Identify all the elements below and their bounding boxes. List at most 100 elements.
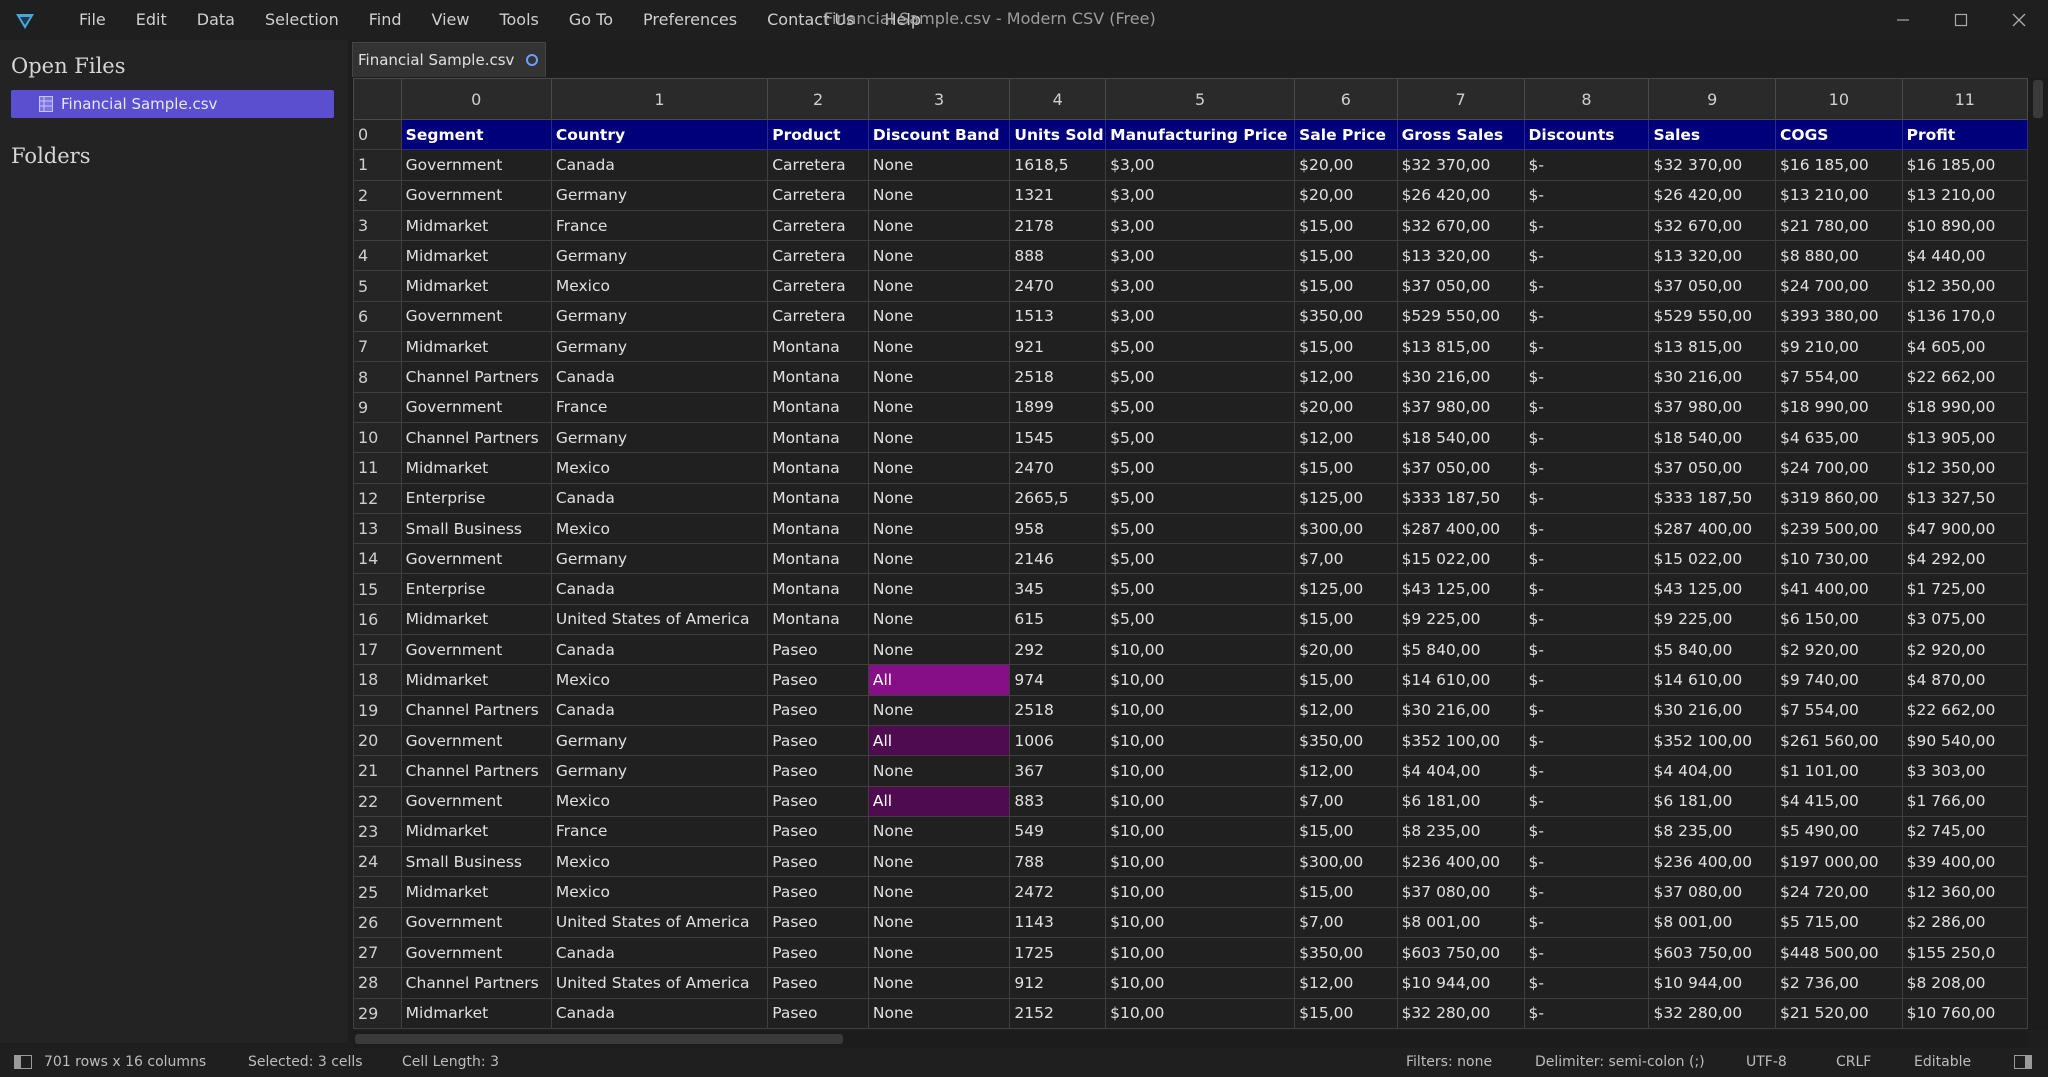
table-cell[interactable]: $125,00 — [1294, 573, 1398, 605]
table-cell[interactable]: $30 216,00 — [1648, 361, 1777, 393]
table-cell[interactable]: 1513 — [1009, 300, 1107, 333]
table-cell[interactable]: None — [867, 270, 1011, 302]
table-cell[interactable]: $7,00 — [1294, 785, 1398, 817]
row-index-header[interactable]: 9 — [353, 391, 402, 423]
table-cell[interactable]: $1 101,00 — [1775, 755, 1903, 787]
table-cell[interactable]: $22 662,00 — [1901, 694, 2028, 726]
table-cell[interactable]: $2 920,00 — [1901, 634, 2028, 666]
table-cell[interactable]: $- — [1523, 664, 1650, 696]
table-cell[interactable]: None — [867, 967, 1011, 999]
table-cell[interactable]: $13 320,00 — [1396, 240, 1525, 272]
table-cell[interactable]: 615 — [1009, 603, 1107, 636]
table-cell[interactable]: Montana — [767, 421, 869, 454]
table-cell[interactable]: None — [867, 815, 1011, 848]
table-cell[interactable]: $7,00 — [1294, 543, 1398, 575]
table-cell[interactable]: 883 — [1009, 785, 1107, 817]
table-cell[interactable]: $13 210,00 — [1901, 179, 2028, 211]
table-cell[interactable]: None — [867, 543, 1011, 575]
table-cell[interactable]: Midmarket — [400, 664, 552, 696]
table-cell[interactable]: $- — [1523, 997, 1650, 1029]
status-encoding[interactable]: UTF-8 — [1746, 1048, 1787, 1077]
horizontal-scrollbar-thumb[interactable] — [355, 1034, 843, 1044]
table-cell[interactable]: $5,00 — [1105, 421, 1296, 454]
table-cell[interactable]: Canada — [550, 694, 769, 726]
row-index-header[interactable]: 3 — [353, 209, 402, 242]
table-cell[interactable]: $7,00 — [1294, 906, 1398, 939]
table-cell[interactable]: 1725 — [1009, 937, 1107, 969]
toggle-sidebar-icon[interactable] — [14, 1055, 32, 1069]
table-cell[interactable]: $24 720,00 — [1775, 876, 1903, 908]
table-cell[interactable]: None — [867, 331, 1011, 363]
column-index-header[interactable]: 4 — [1009, 78, 1107, 120]
table-cell[interactable]: $603 750,00 — [1396, 937, 1525, 969]
table-cell[interactable]: Government — [400, 724, 552, 757]
table-cell[interactable]: $5 840,00 — [1648, 634, 1777, 666]
table-cell[interactable]: $- — [1523, 209, 1650, 242]
table-cell[interactable]: $5,00 — [1105, 331, 1296, 363]
table-cell[interactable]: $300,00 — [1294, 512, 1398, 545]
table-cell[interactable]: $300,00 — [1294, 846, 1398, 878]
menu-preferences[interactable]: Preferences — [628, 0, 752, 40]
table-cell[interactable]: $8 235,00 — [1648, 815, 1777, 848]
table-cell[interactable]: $37 980,00 — [1396, 391, 1525, 423]
table-cell[interactable]: $39 400,00 — [1901, 846, 2028, 878]
table-cell[interactable]: $5,00 — [1105, 391, 1296, 423]
table-cell[interactable]: $3 303,00 — [1901, 755, 2028, 787]
table-cell[interactable]: $- — [1523, 603, 1650, 636]
table-cell[interactable]: Channel Partners — [400, 421, 552, 454]
table-cell[interactable]: $- — [1523, 937, 1650, 969]
table-cell[interactable]: Canada — [550, 149, 769, 181]
menu-go-to[interactable]: Go To — [554, 0, 628, 40]
table-cell[interactable]: Midmarket — [400, 331, 552, 363]
table-cell[interactable]: Montana — [767, 573, 869, 605]
table-cell[interactable]: Paseo — [767, 846, 869, 878]
table-cell[interactable]: Government — [400, 300, 552, 333]
table-cell[interactable]: Paseo — [767, 876, 869, 908]
table-cell[interactable]: Government — [400, 543, 552, 575]
table-cell[interactable]: $15,00 — [1294, 331, 1398, 363]
table-cell[interactable]: $43 125,00 — [1396, 573, 1525, 605]
table-cell[interactable]: $4 404,00 — [1648, 755, 1777, 787]
table-cell[interactable]: 1006 — [1009, 724, 1107, 757]
table-cell[interactable]: France — [550, 209, 769, 242]
table-cell[interactable]: $- — [1523, 846, 1650, 878]
status-line-ending[interactable]: CRLF — [1836, 1048, 1871, 1077]
column-header-cell[interactable]: Manufacturing Price — [1105, 118, 1296, 151]
table-cell[interactable]: $350,00 — [1294, 937, 1398, 969]
table-cell[interactable]: $287 400,00 — [1396, 512, 1525, 545]
column-header-cell[interactable]: Gross Sales — [1396, 118, 1525, 151]
table-cell[interactable]: None — [867, 149, 1011, 181]
table-cell[interactable]: $3,00 — [1105, 300, 1296, 333]
table-cell[interactable]: $24 700,00 — [1775, 270, 1903, 302]
table-cell[interactable]: $30 216,00 — [1396, 694, 1525, 726]
table-cell[interactable]: Montana — [767, 482, 869, 514]
table-cell[interactable]: Paseo — [767, 906, 869, 939]
table-cell[interactable]: Montana — [767, 543, 869, 575]
column-index-header[interactable]: 5 — [1105, 78, 1296, 120]
table-cell[interactable]: None — [867, 937, 1011, 969]
table-cell[interactable]: None — [867, 603, 1011, 636]
row-index-header[interactable]: 16 — [353, 603, 402, 636]
table-cell[interactable]: 2518 — [1009, 694, 1107, 726]
table-cell[interactable]: 1545 — [1009, 421, 1107, 454]
table-cell[interactable]: $10,00 — [1105, 664, 1296, 696]
table-cell[interactable]: $14 610,00 — [1396, 664, 1525, 696]
table-cell[interactable]: $10,00 — [1105, 997, 1296, 1029]
table-cell[interactable]: $20,00 — [1294, 179, 1398, 211]
row-index-header[interactable]: 22 — [353, 785, 402, 817]
table-cell[interactable]: $12,00 — [1294, 967, 1398, 999]
table-cell[interactable]: $32 280,00 — [1648, 997, 1777, 1029]
table-cell[interactable]: $13 210,00 — [1775, 179, 1903, 211]
menu-tools[interactable]: Tools — [484, 0, 553, 40]
table-cell[interactable]: $15,00 — [1294, 240, 1398, 272]
table-cell[interactable]: $- — [1523, 300, 1650, 333]
table-cell[interactable]: $4 440,00 — [1901, 240, 2028, 272]
table-cell[interactable]: $10,00 — [1105, 876, 1296, 908]
table-cell[interactable]: $12 360,00 — [1901, 876, 2028, 908]
table-cell[interactable]: $350,00 — [1294, 300, 1398, 333]
table-cell[interactable]: Carretera — [767, 270, 869, 302]
table-cell[interactable]: Paseo — [767, 937, 869, 969]
table-cell[interactable]: United States of America — [550, 906, 769, 939]
row-index-header[interactable]: 15 — [353, 573, 402, 605]
table-cell[interactable]: $15,00 — [1294, 876, 1398, 908]
